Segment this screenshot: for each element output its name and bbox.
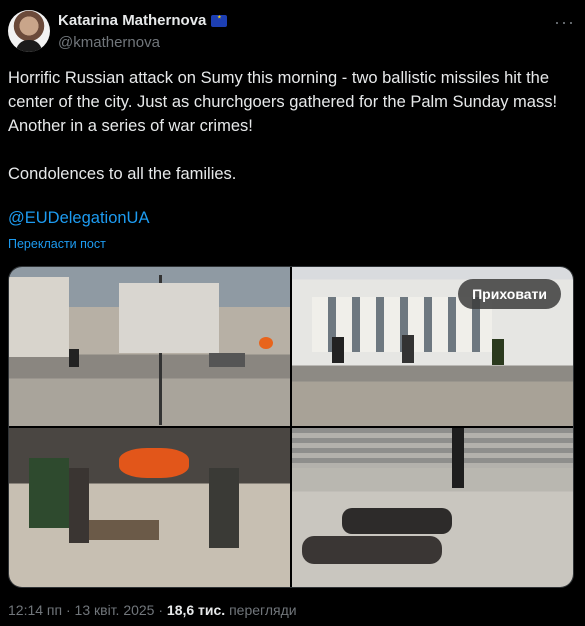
author-avatar[interactable] xyxy=(8,10,50,52)
more-options-icon[interactable]: ··· xyxy=(554,12,575,33)
views-count: 18,6 тис. xyxy=(166,602,226,618)
views-label: перегляди xyxy=(229,602,297,618)
mention-link[interactable]: @EUDelegationUA xyxy=(8,209,149,228)
author-handle[interactable]: @kmathernova xyxy=(58,34,160,51)
photo-1[interactable] xyxy=(9,267,290,426)
translate-post-link[interactable]: Перекласти пост xyxy=(8,237,106,251)
photo-2[interactable]: Приховати xyxy=(292,267,573,426)
media-grid: Приховати xyxy=(8,266,574,588)
author-name[interactable]: Katarina Mathernova xyxy=(58,12,206,29)
tweet-date[interactable]: 13 квіт. 2025 xyxy=(75,602,155,618)
hide-media-button[interactable]: Приховати xyxy=(458,279,561,309)
tweet-time[interactable]: 12:14 пп xyxy=(8,602,62,618)
meta-separator: · xyxy=(65,602,71,618)
meta-separator: · xyxy=(158,602,164,618)
tweet-header: Katarina Mathernova @kmathernova ··· xyxy=(8,10,575,54)
author-name-row: Katarina Mathernova xyxy=(58,12,228,29)
photo-4[interactable] xyxy=(292,428,573,587)
tweet-meta: 12:14 пп · 13 квіт. 2025 · 18,6 тис. пер… xyxy=(8,602,297,618)
eu-flag-icon xyxy=(211,12,228,27)
tweet-text: Horrific Russian attack on Sumy this mor… xyxy=(8,69,558,183)
photo-3[interactable] xyxy=(9,428,290,587)
